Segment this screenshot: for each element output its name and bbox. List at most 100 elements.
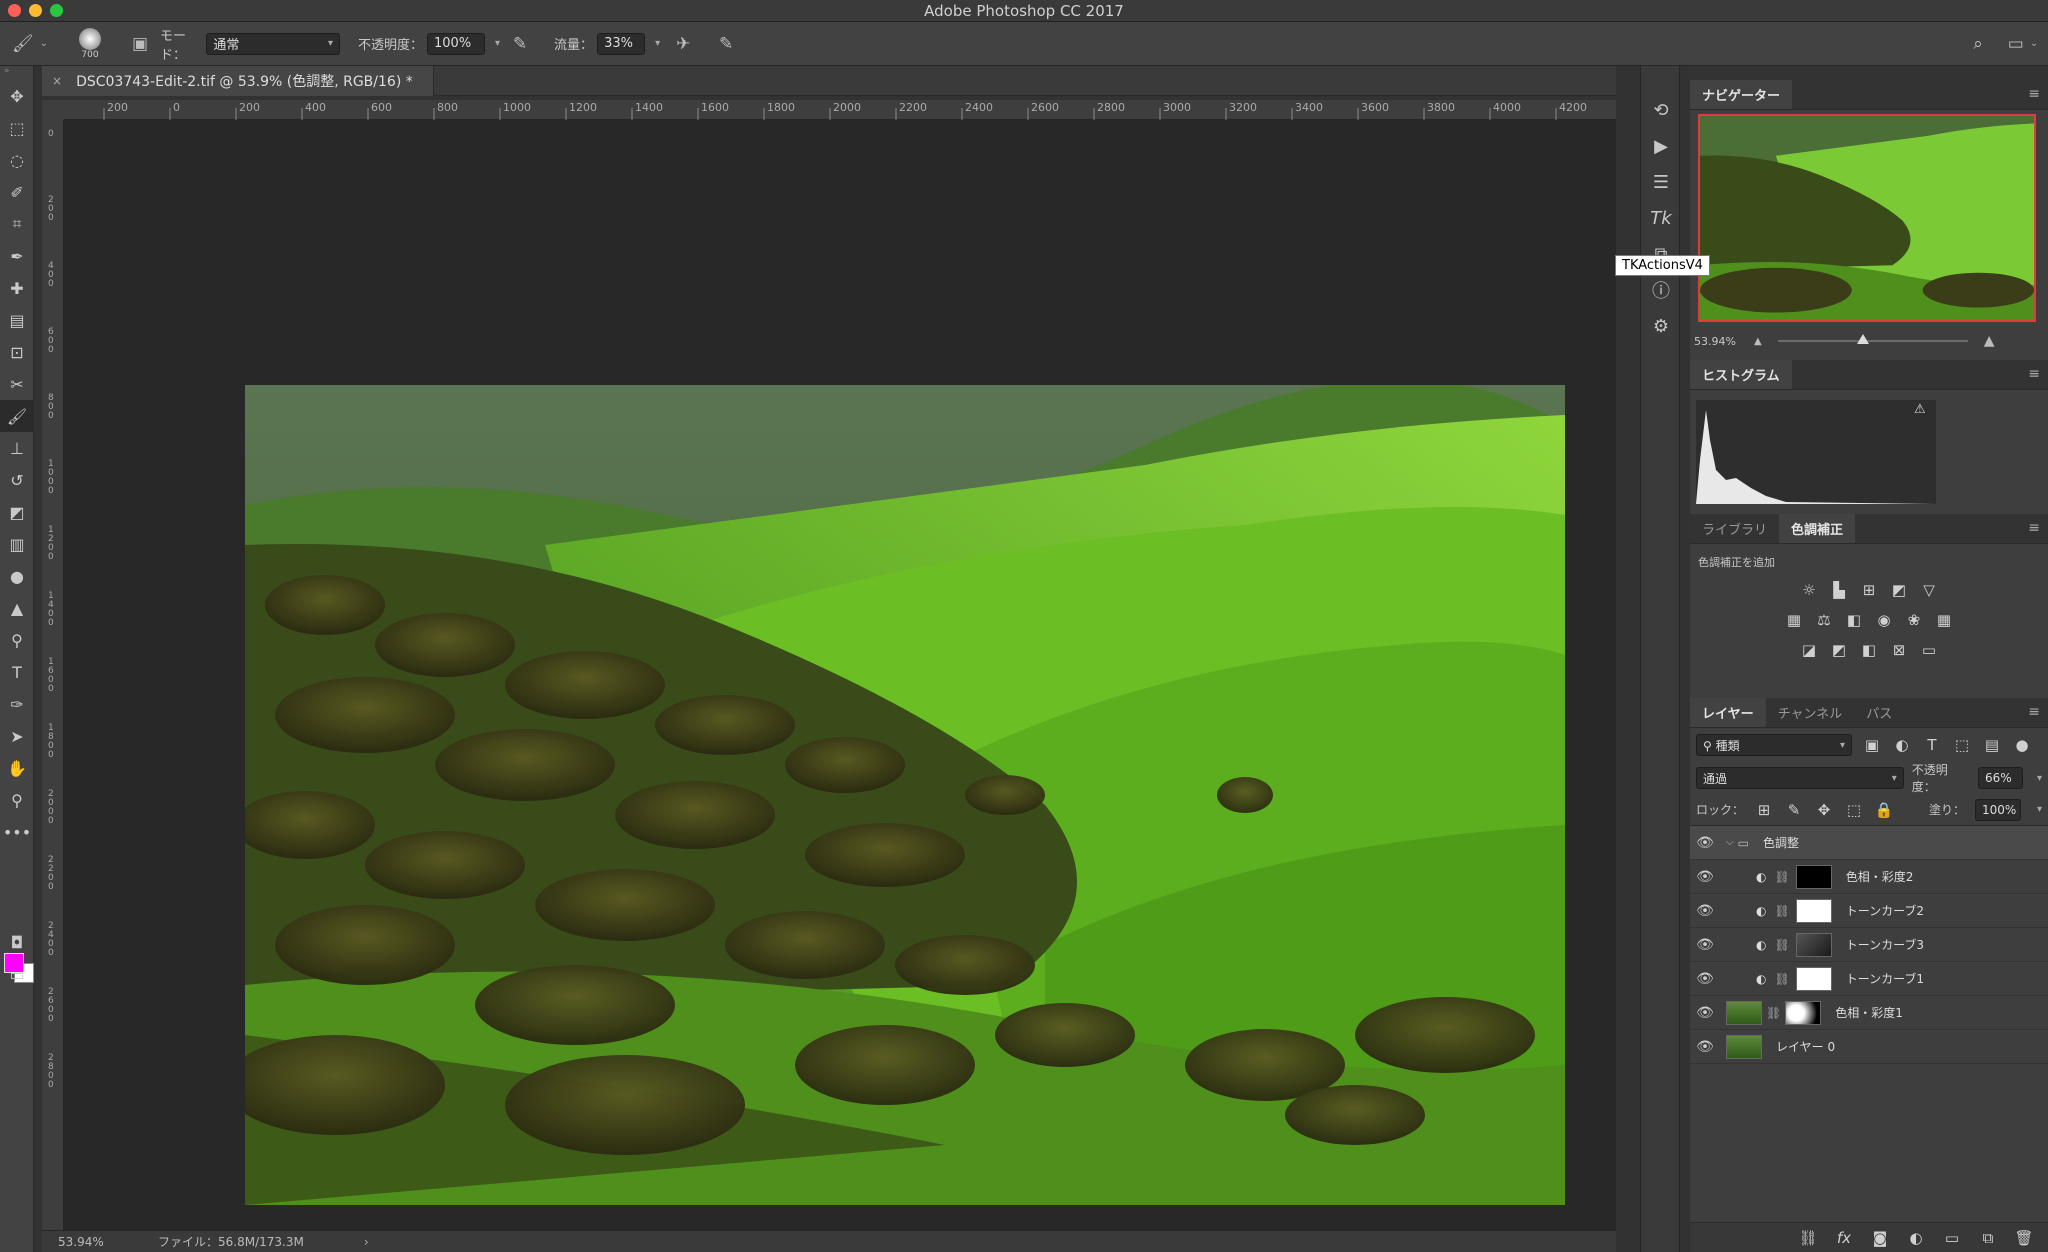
- landscape-photo[interactable]: [245, 385, 1565, 1205]
- navigator-zoom-input[interactable]: 53.94%: [1694, 335, 1754, 348]
- layer-opacity-dropdown-icon[interactable]: ▾: [2037, 773, 2042, 784]
- layer-thumbnail[interactable]: [1726, 1000, 1762, 1025]
- link-icon[interactable]: ⛓: [1774, 904, 1789, 918]
- sharpen-tool-icon[interactable]: ▲: [0, 592, 34, 624]
- navigator-preview[interactable]: [1698, 114, 2036, 322]
- horizontal-ruler[interactable]: 200 0 200 400 600 800 1000 1200 1400 1600 1800 2000…: [64, 100, 1616, 120]
- tkactions-icon[interactable]: Tk: [1641, 200, 1681, 236]
- layer-name[interactable]: 色相・彩度2: [1846, 868, 1914, 885]
- lock-transparent-icon[interactable]: ⊞: [1754, 800, 1774, 820]
- layer-mask-thumbnail[interactable]: [1785, 1000, 1822, 1025]
- filter-type-icon[interactable]: T: [1922, 735, 1942, 755]
- zoom-out-icon[interactable]: ▲: [1754, 336, 1762, 347]
- layer-name[interactable]: トーンカーブ3: [1846, 936, 1924, 953]
- layer-mask-thumbnail[interactable]: [1795, 898, 1832, 923]
- marquee-tool-icon[interactable]: ⬚: [0, 112, 34, 144]
- lasso-tool-icon[interactable]: ◌: [0, 144, 34, 176]
- type-tool-icon[interactable]: T: [0, 656, 34, 688]
- filter-adjustment-icon[interactable]: ◐: [1892, 735, 1912, 755]
- tab-paths[interactable]: パス: [1854, 698, 1904, 727]
- brush-tool-icon[interactable]: 🖌: [0, 400, 34, 432]
- foreground-color-swatch[interactable]: [4, 953, 24, 973]
- layer-row[interactable]: 👁 ⛓ 色相・彩度1: [1690, 996, 2048, 1030]
- tab-layers[interactable]: レイヤー: [1690, 698, 1766, 727]
- pressure-opacity-icon[interactable]: ✎: [513, 34, 527, 54]
- gradient-map-icon[interactable]: ▭: [1919, 640, 1939, 660]
- blend-mode-select[interactable]: 通過 ▾: [1696, 767, 1904, 789]
- info-icon[interactable]: ⓘ: [1641, 272, 1681, 308]
- vertical-ruler[interactable]: 0 2 0 0 4 0 0 6 0 0 8 0 0 1 0 0 0 1 2 0 0 1 4 0…: [42, 120, 64, 1230]
- layer-mask-thumbnail[interactable]: [1795, 966, 1832, 991]
- layer-row[interactable]: 👁 ◐ ⛓ トーンカーブ3: [1690, 928, 2048, 962]
- layer-row[interactable]: 👁 ◐ ⛓ 色相・彩度2: [1690, 860, 2048, 894]
- navigator-menu-icon[interactable]: ≡: [2028, 86, 2040, 102]
- layer-row[interactable]: 👁 ◐ ⛓ トーンカーブ2: [1690, 894, 2048, 928]
- crop-tool-icon[interactable]: ⌗: [0, 208, 34, 240]
- histogram-menu-icon[interactable]: ≡: [2028, 366, 2040, 382]
- layer-name[interactable]: 色調整: [1763, 834, 1799, 851]
- close-document-icon[interactable]: ×: [52, 74, 62, 88]
- move-tool-icon[interactable]: ✥: [0, 80, 34, 112]
- new-layer-icon[interactable]: ⧉: [1978, 1228, 1998, 1248]
- toolbar-collapse-icon[interactable]: »: [0, 66, 33, 80]
- workspace-icon[interactable]: ▭: [2008, 34, 2024, 54]
- link-icon[interactable]: ⛓: [1774, 972, 1789, 986]
- layer-row[interactable]: 👁 レイヤー 0: [1690, 1030, 2048, 1064]
- new-group-icon[interactable]: ▭: [1942, 1228, 1962, 1248]
- brush-tool-preset-icon[interactable]: 🖌: [12, 34, 34, 54]
- zoom-slider-handle[interactable]: [1857, 334, 1870, 344]
- filter-shape-icon[interactable]: ⬚: [1952, 735, 1972, 755]
- tab-navigator[interactable]: ナビゲーター: [1690, 80, 1793, 109]
- vibrance-icon[interactable]: ▽: [1919, 580, 1939, 600]
- color-lookup-icon[interactable]: ▦: [1934, 610, 1954, 630]
- stamp-tool-icon[interactable]: ⊥: [0, 432, 34, 464]
- more-tools-icon[interactable]: •••: [0, 816, 34, 848]
- filter-toggle-icon[interactable]: ●: [2012, 735, 2032, 755]
- quick-select-tool-icon[interactable]: ✐: [0, 176, 34, 208]
- path-select-tool-icon[interactable]: ➤: [0, 720, 34, 752]
- layer-name[interactable]: トーンカーブ2: [1846, 902, 1924, 919]
- eye-icon[interactable]: 👁: [1690, 1039, 1720, 1055]
- eye-icon[interactable]: 👁: [1690, 937, 1720, 953]
- layer-row-group[interactable]: 👁 ⌵ ▭ 色調整: [1690, 826, 2048, 860]
- hand-tool-icon[interactable]: ✋: [0, 752, 34, 784]
- eye-icon[interactable]: 👁: [1690, 1005, 1720, 1021]
- new-adjustment-icon[interactable]: ◐: [1906, 1228, 1926, 1248]
- link-icon[interactable]: ⛓: [1774, 870, 1789, 884]
- canvas-area[interactable]: [64, 120, 1616, 1230]
- mode-select[interactable]: 通常 ▾: [206, 32, 340, 55]
- fx-icon[interactable]: fx: [1834, 1228, 1854, 1248]
- airbrush-icon[interactable]: ✈: [676, 34, 690, 54]
- dodge-tool-icon[interactable]: ⚲: [0, 624, 34, 656]
- frame-tool-icon[interactable]: ⊡: [0, 336, 34, 368]
- history-panel-icon[interactable]: ⟲: [1641, 92, 1681, 128]
- blur-tool-icon[interactable]: ●: [0, 560, 34, 592]
- gradient-tool-icon[interactable]: ▥: [0, 528, 34, 560]
- lock-image-icon[interactable]: ✎: [1784, 800, 1804, 820]
- tab-channels[interactable]: チャンネル: [1766, 698, 1855, 727]
- layer-thumbnail[interactable]: [1726, 1034, 1762, 1059]
- black-white-icon[interactable]: ◧: [1844, 610, 1864, 630]
- tab-adjustments[interactable]: 色調補正: [1779, 514, 1856, 543]
- fill-input[interactable]: 100%: [1974, 798, 2021, 821]
- eraser-tool-icon[interactable]: ◩: [0, 496, 34, 528]
- ruler-corner[interactable]: [42, 100, 64, 120]
- photo-filter-icon[interactable]: ◉: [1874, 610, 1894, 630]
- brush-size-picker[interactable]: 700: [60, 22, 120, 65]
- navigator-zoom-slider[interactable]: [1777, 334, 1968, 344]
- eye-icon[interactable]: 👁: [1690, 869, 1720, 885]
- lock-position-icon[interactable]: ✥: [1814, 800, 1834, 820]
- lock-artboard-icon[interactable]: ⬚: [1844, 800, 1864, 820]
- brush-panel-icon[interactable]: ▣: [132, 34, 148, 54]
- document-tab[interactable]: × DSC03743-Edit-2.tif @ 53.9% (色調整, RGB/…: [42, 66, 434, 96]
- bandage-tool-icon[interactable]: ▤: [0, 304, 34, 336]
- layer-filter-select[interactable]: ⚲ 種類 ▾: [1696, 734, 1852, 756]
- history-brush-tool-icon[interactable]: ↺: [0, 464, 34, 496]
- filter-smart-object-icon[interactable]: ▤: [1982, 735, 2002, 755]
- link-icon[interactable]: ⛓: [1774, 938, 1789, 952]
- fill-dropdown-icon[interactable]: ▾: [2037, 804, 2042, 815]
- invert-icon[interactable]: ◪: [1799, 640, 1819, 660]
- adjustments-menu-icon[interactable]: ≡: [2028, 520, 2040, 536]
- channel-mixer-icon[interactable]: ❀: [1904, 610, 1924, 630]
- eye-icon[interactable]: 👁: [1690, 903, 1720, 919]
